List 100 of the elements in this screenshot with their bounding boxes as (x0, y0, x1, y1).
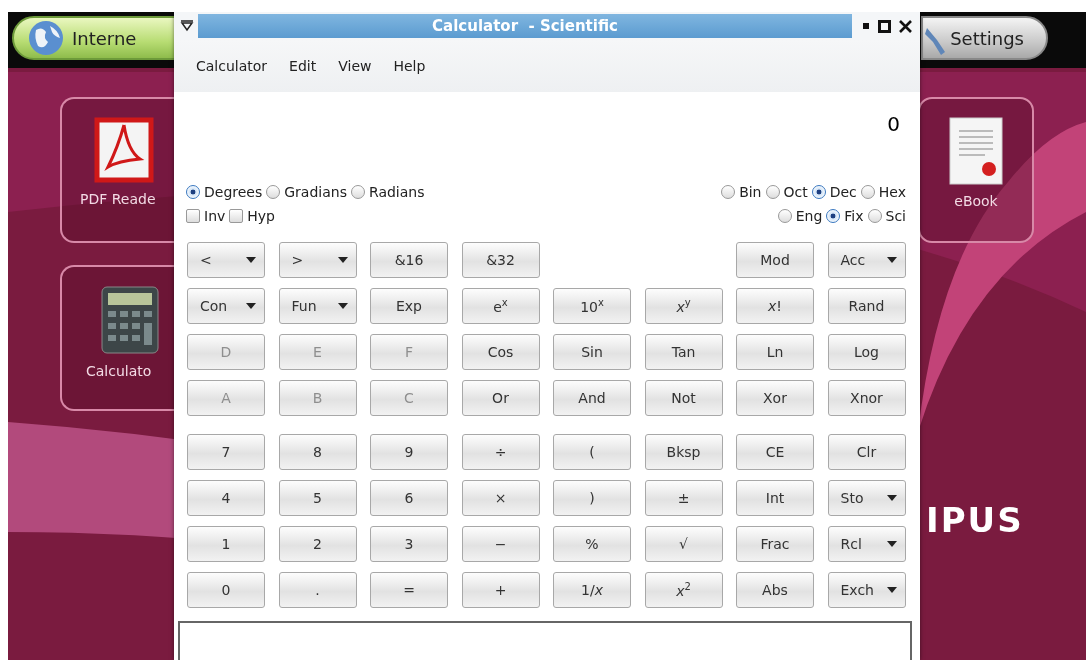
calculator-key[interactable]: &32 (461, 242, 540, 278)
calculator-key[interactable]: % (553, 526, 631, 562)
calculator-key[interactable]: Abs (736, 572, 814, 608)
calculator-key[interactable]: 7 (187, 434, 265, 470)
calculator-key[interactable]: 5 (278, 480, 357, 516)
calculator-key[interactable]: Cos (461, 334, 540, 370)
calculator-key[interactable]: x! (736, 288, 814, 324)
calculator-key[interactable]: &16 (370, 242, 448, 278)
calculator-key[interactable]: = (370, 572, 448, 608)
caret-icon (337, 303, 348, 309)
calculator-key[interactable]: e$^{x}$ (461, 288, 540, 324)
caret-icon (886, 587, 897, 593)
calculator-key[interactable]: Fun (278, 288, 357, 324)
calculator-key[interactable]: Frac (736, 526, 814, 562)
launcher-button[interactable]: Settings (921, 16, 1048, 60)
app-label: PDF Reade (80, 191, 156, 207)
calculator-key[interactable]: Tan (644, 334, 723, 370)
caret-icon (886, 541, 897, 547)
calculator-key[interactable]: Not (644, 380, 723, 416)
calculator-key[interactable]: Sin (553, 334, 631, 370)
calculator-key[interactable]: 10$^{x}$ (553, 288, 631, 324)
calculator-key[interactable]: ) (553, 480, 631, 516)
app-label: eBook (954, 193, 998, 209)
calculator-key[interactable]: CE (736, 434, 814, 470)
calculator-key[interactable]: ÷ (461, 434, 540, 470)
certificate-document-icon (949, 117, 1003, 185)
globe-icon (28, 20, 64, 56)
calculator-key[interactable]: 9 (370, 434, 448, 470)
radio-button[interactable]: Degrees (186, 184, 263, 200)
calculator-key[interactable]: Ln (736, 334, 814, 370)
caret-icon (246, 303, 256, 309)
launcher-label: Settings (950, 27, 1024, 49)
radio-button[interactable]: Eng (777, 208, 823, 224)
window-title: Calculator - Scientific (198, 14, 852, 38)
calculator-key[interactable]: ± (644, 480, 723, 516)
pdf-document-icon (94, 117, 154, 183)
maximize-icon[interactable] (878, 19, 891, 33)
calculator-icon (100, 285, 160, 355)
calculator-key[interactable]: Int (736, 480, 814, 516)
calculator-key[interactable]: And (553, 380, 631, 416)
calculator-key[interactable]: 1/x (553, 572, 631, 608)
calculator-key[interactable]: Or (461, 380, 540, 416)
calculator-key[interactable]: 6 (370, 480, 448, 516)
caret-icon (246, 257, 256, 263)
calculator-key[interactable]: Exp (370, 288, 448, 324)
radio-button[interactable]: Sci (867, 208, 906, 224)
calculator-key[interactable]: 3 (370, 526, 448, 562)
logo-text: IPUS (926, 500, 1024, 540)
calculator-key[interactable]: Clr (827, 434, 906, 470)
radio-button[interactable]: Fix (826, 208, 864, 224)
caret-icon (886, 257, 897, 263)
calculator-key[interactable]: Sto (827, 480, 906, 516)
menu-item[interactable]: Calculator (196, 58, 268, 74)
calculator-key[interactable]: x$^{y}$ (644, 288, 723, 324)
radio-button[interactable]: Gradians (266, 184, 347, 200)
calculator-key[interactable]: + (461, 572, 540, 608)
radio-button[interactable]: Bin (721, 184, 762, 200)
calculator-key[interactable]: 4 (187, 480, 265, 516)
checkbox[interactable]: Hyp (229, 208, 275, 224)
calculator-key[interactable]: Rcl (827, 526, 906, 562)
radio-button[interactable]: Dec (811, 184, 857, 200)
calculator-key[interactable]: 8 (278, 434, 357, 470)
calculator-key[interactable]: Xor (736, 380, 814, 416)
calculator-key[interactable]: 0 (187, 572, 265, 608)
checkbox[interactable]: Inv (186, 208, 226, 224)
calculator-key[interactable]: . (278, 572, 357, 608)
display-value: 0 (887, 112, 900, 136)
app-tile[interactable]: eBook (918, 97, 1034, 243)
calculator-key[interactable]: < (187, 242, 265, 278)
calculator-key[interactable]: Xnor (827, 380, 906, 416)
app-label: Calculato (86, 363, 152, 379)
radio-button[interactable]: Hex (860, 184, 906, 200)
menu-item[interactable]: Help (393, 58, 426, 74)
app-tile[interactable]: Calculato (60, 265, 174, 411)
calculator-key[interactable]: Acc (827, 242, 906, 278)
caret-icon (337, 257, 348, 263)
calculator-key[interactable]: √ (644, 526, 723, 562)
menu-item[interactable]: View (338, 58, 372, 74)
launcher-label: Interne (72, 27, 137, 49)
window-menu-icon[interactable] (180, 20, 194, 32)
radio-button[interactable]: Radians (350, 184, 425, 200)
calculator-key[interactable]: 2 (278, 526, 357, 562)
caret-icon (886, 495, 897, 501)
calculator-key[interactable]: Mod (736, 242, 814, 278)
calculator-key[interactable]: Exch (827, 572, 906, 608)
calculator-key[interactable]: Bksp (644, 434, 723, 470)
menu-item[interactable]: Edit (289, 58, 317, 74)
close-icon[interactable] (899, 19, 912, 33)
minimize-icon[interactable] (862, 22, 870, 30)
calculator-key[interactable]: > (278, 242, 357, 278)
calculator-key[interactable]: 1 (187, 526, 265, 562)
radio-button[interactable]: Oct (765, 184, 808, 200)
calculator-key[interactable]: Log (827, 334, 906, 370)
calculator-key[interactable]: Con (187, 288, 265, 324)
calculator-key[interactable]: Rand (827, 288, 906, 324)
app-tile[interactable]: PDF Reade (60, 97, 174, 243)
calculator-key[interactable]: × (461, 480, 540, 516)
calculator-key[interactable]: − (461, 526, 540, 562)
calculator-key[interactable]: ( (553, 434, 631, 470)
calculator-key[interactable]: x$^{2}$ (644, 572, 723, 608)
